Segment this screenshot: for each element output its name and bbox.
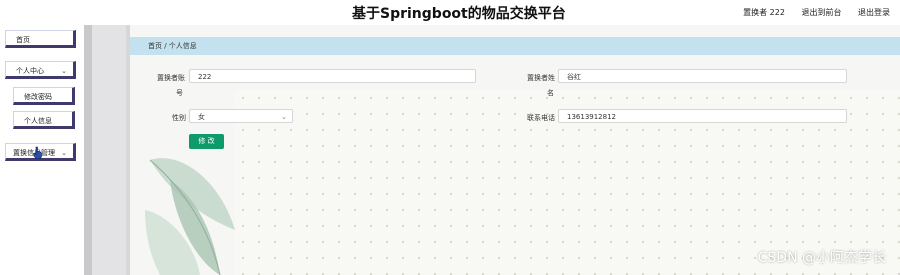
main-content: 首页 / 个人信息 置换者账 号 222 置换者姓 名 谷红 性别 女 ⌄ 联系… [130,25,900,275]
chevron-down-icon: ⌄ [281,113,287,121]
page-title: 基于Springboot的物品交换平台 [352,6,566,22]
top-header: 基于Springboot的物品交换平台 置换者 222 退出到前台 退出登录 [0,0,900,25]
gender-select[interactable]: 女 ⌄ [189,109,293,123]
logout-link[interactable]: 退出登录 [858,8,890,17]
breadcrumb-text: 首页 / 个人信息 [148,42,197,50]
name-label-wrap: 名 [547,89,554,97]
sidebar-scrollbar[interactable] [84,25,92,275]
chevron-down-icon: ⌄ [61,149,67,157]
sidebar-item-home[interactable]: 首页 [5,30,76,48]
sidebar-item-personal-info[interactable]: 个人信息 [13,111,75,129]
gender-label: 性别 [172,114,186,122]
watermark-text: CSDN @小阿杰学长 [757,250,886,266]
sidebar-item-label: 修改密码 [24,93,52,101]
sidebar-gutter [92,25,126,275]
sidebar-item-label: 个人信息 [24,117,52,125]
current-user: 置换者 222 [743,8,785,17]
account-input[interactable]: 222 [189,69,476,83]
sidebar-item-label: 首页 [16,36,30,44]
breadcrumb: 首页 / 个人信息 [130,37,900,55]
chevron-down-icon: ⌄ [61,67,67,75]
name-input[interactable]: 谷红 [558,69,847,83]
account-label: 置换者账 [157,74,185,82]
phone-label: 联系电话 [527,114,555,122]
account-label-wrap: 号 [176,89,183,97]
header-actions: 置换者 222 退出到前台 退出登录 [729,7,890,18]
sidebar-item-change-password[interactable]: 修改密码 [13,87,75,105]
leaf-decoration-icon [145,158,235,275]
sidebar-item-personal-center[interactable]: 个人中心 ⌄ [5,61,76,79]
submit-edit-button[interactable]: 修 改 [189,134,224,149]
hand-cursor-icon [33,146,42,159]
sidebar: 首页 个人中心 ⌄ 修改密码 个人信息 置换信息管理 ⌄ [0,25,84,275]
gender-value: 女 [198,113,205,121]
phone-input[interactable]: 13613912812 [558,109,847,123]
name-label: 置换者姓 [527,74,555,82]
back-to-front-link[interactable]: 退出到前台 [801,8,841,17]
sidebar-item-label: 个人中心 [16,67,44,75]
